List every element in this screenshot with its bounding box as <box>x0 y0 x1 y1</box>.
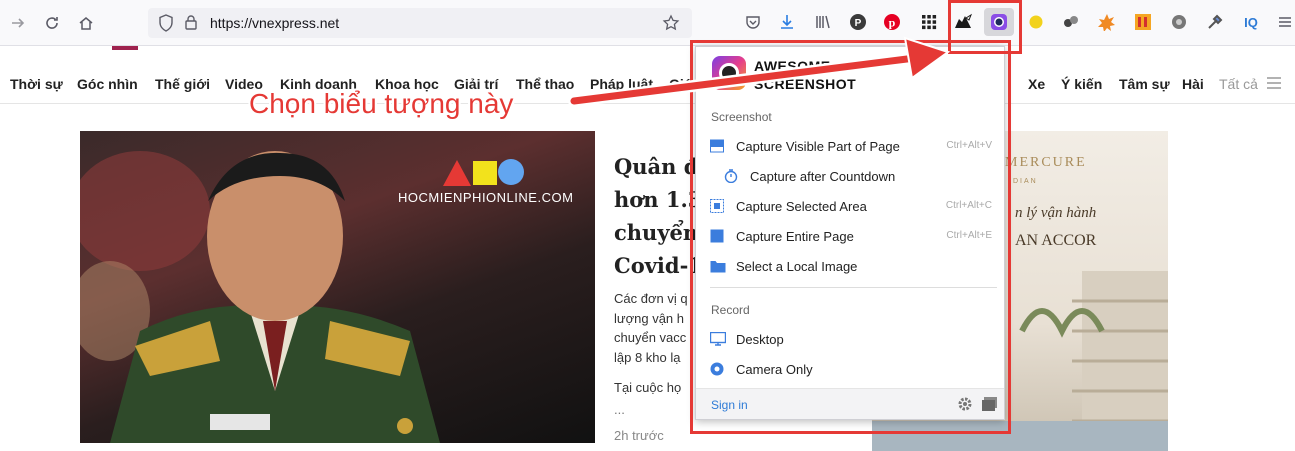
iq-extension-icon[interactable]: IQ <box>1240 11 1262 33</box>
menu-icon[interactable] <box>1274 11 1295 33</box>
article-lead-secondary: Tại cuộc họ <box>614 380 682 395</box>
m-extension-icon[interactable] <box>1132 11 1154 33</box>
article-ellipsis: ... <box>614 402 625 417</box>
nav-item-giao-duc[interactable]: Giá <box>669 76 692 92</box>
nav-item-phap-luat[interactable]: Pháp luật <box>590 76 653 92</box>
nav-item-tam-su[interactable]: Tâm sự <box>1119 76 1170 92</box>
hocmienphi-logo-text: HOCMIENPHIONLINE.COM <box>398 190 574 205</box>
svg-text:IQ: IQ <box>1244 15 1258 30</box>
nav-item-the-thao[interactable]: Thể thao <box>516 76 574 92</box>
nav-menu-icon[interactable] <box>1266 76 1282 95</box>
pocket-icon[interactable] <box>742 11 764 33</box>
annotation-label: Chọn biểu tượng này <box>249 88 514 119</box>
ad-tagline: n lý vận hành <box>1015 205 1097 221</box>
hocmienphi-logo-shapes <box>443 159 524 186</box>
svg-text:P: P <box>855 18 862 29</box>
sun-extension-icon[interactable] <box>1025 11 1047 33</box>
ad-brand: MERCURE <box>1005 155 1087 170</box>
lock-icon[interactable] <box>184 14 198 35</box>
home-icon[interactable] <box>72 9 100 37</box>
eyedropper-icon[interactable] <box>1204 11 1226 33</box>
ad-partner: AN ACCOR <box>1015 232 1097 249</box>
browser-toolbar: https://vnexpress.net P p IQ <box>0 0 1295 46</box>
popup-highlight-box <box>690 40 1011 434</box>
site-navigation: Thời sự Góc nhìn Thế giới Video Kinh doa… <box>0 62 1295 104</box>
nav-item-goc-nhin[interactable]: Góc nhìn <box>77 76 138 92</box>
library-icon[interactable] <box>812 11 834 33</box>
dots-extension-icon[interactable] <box>1060 11 1082 33</box>
gear-extension-icon[interactable] <box>1168 11 1190 33</box>
burst-extension-icon[interactable] <box>1096 11 1118 33</box>
nav-item-hai[interactable]: Hài <box>1182 76 1204 92</box>
reload-icon[interactable] <box>38 9 66 37</box>
bookmark-star-icon[interactable] <box>662 14 680 37</box>
nav-item-all[interactable]: Tất cả <box>1219 76 1258 92</box>
download-icon[interactable] <box>776 11 798 33</box>
site-logo-fragment <box>112 46 138 50</box>
svg-text:p: p <box>889 16 896 30</box>
nav-item-y-kien[interactable]: Ý kiến <box>1061 76 1102 92</box>
grid-apps-icon[interactable] <box>918 11 940 33</box>
ad-subtitle: DIAN <box>1013 178 1038 185</box>
nav-item-thoi-su[interactable]: Thời sự <box>10 76 63 92</box>
nav-item-the-gioi[interactable]: Thế giới <box>155 76 210 92</box>
article-timestamp: 2h trước <box>614 428 664 443</box>
p-extension-icon[interactable]: P <box>847 11 869 33</box>
url-text[interactable]: https://vnexpress.net <box>210 15 339 31</box>
nav-item-xe[interactable]: Xe <box>1028 76 1045 92</box>
url-bar[interactable]: https://vnexpress.net <box>148 8 692 38</box>
forward-icon[interactable] <box>4 9 32 37</box>
shield-icon[interactable] <box>158 14 174 37</box>
pinterest-icon[interactable]: p <box>881 11 903 33</box>
